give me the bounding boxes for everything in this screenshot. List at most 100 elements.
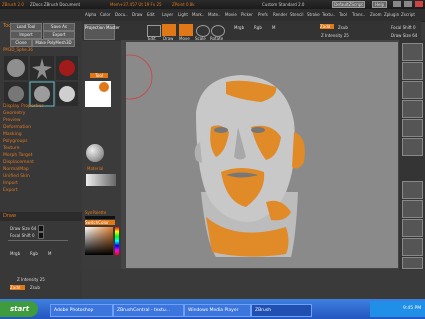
import-button[interactable]: Import	[10, 31, 42, 39]
menu-zscript[interactable]: Zscript	[401, 12, 415, 17]
menu-stencil[interactable]: Stencil	[290, 12, 304, 17]
menu-picker[interactable]: Picker	[241, 12, 253, 17]
transp-icon[interactable]	[402, 257, 423, 269]
z-intensity-label[interactable]: Z Intensity 25	[17, 277, 45, 282]
save-as-button[interactable]: Save As	[43, 23, 75, 31]
app-title: ZBrush 2.0	[2, 2, 24, 7]
menu-layer[interactable]: Layer	[162, 12, 173, 17]
tool-swatch-label[interactable]: Tool	[90, 73, 108, 78]
focal-shift-label[interactable]: Focal Shift 0	[10, 233, 35, 238]
draw-size-label[interactable]: Draw Size 64	[10, 226, 36, 231]
default-script-button[interactable]: DefaultZScript	[332, 1, 365, 8]
menu-prefs[interactable]: Prefs	[258, 12, 268, 17]
hue-slider[interactable]	[115, 227, 119, 255]
menu-draw[interactable]: Draw	[132, 12, 142, 17]
menu-alpha[interactable]: Alpha	[85, 12, 96, 17]
start-button[interactable]: start	[0, 301, 38, 317]
minimize-button[interactable]	[393, 1, 401, 7]
menu-document[interactable]: Docu..	[115, 12, 128, 17]
section-preview[interactable]: Preview	[3, 117, 81, 124]
move-icon[interactable]	[179, 24, 193, 36]
move-view-icon[interactable]	[402, 238, 423, 256]
menu-marker[interactable]: Mark..	[192, 12, 204, 17]
menu-light[interactable]: Light	[178, 12, 188, 17]
maximize-button[interactable]	[404, 1, 412, 7]
scroll-icon[interactable]	[402, 43, 423, 61]
xyz-icon[interactable]	[402, 200, 423, 218]
synpalette-label[interactable]: SynPalette	[85, 210, 106, 215]
export-button[interactable]: Export	[43, 31, 75, 39]
custom-layout[interactable]: Custom Standard 2.0	[262, 2, 304, 7]
top-focal-shift[interactable]: Focal Shift 0	[391, 25, 416, 30]
menu-render[interactable]: Render	[273, 12, 287, 17]
material-strip[interactable]	[86, 174, 116, 186]
make-polymesh-button[interactable]: Make PolyMesh3D	[32, 39, 75, 47]
material-sphere-icon[interactable]	[86, 144, 104, 162]
section-deformation[interactable]: Deformation	[3, 124, 81, 131]
menu-material[interactable]: Mate..	[208, 12, 220, 17]
frame-icon[interactable]	[402, 219, 423, 237]
m-button[interactable]: M	[48, 251, 51, 256]
zsub-button[interactable]: Zsub	[30, 285, 40, 290]
section-polygroups[interactable]: Polygroups	[3, 138, 81, 145]
menu-stroke[interactable]: Stroke	[307, 12, 320, 17]
section-unified-skin[interactable]: Unified Skin	[3, 173, 81, 180]
menu-zplugin[interactable]: Zplugin	[384, 12, 399, 17]
menu-texture[interactable]: Textu..	[322, 12, 335, 17]
task-zbrushcentral[interactable]: ZBrushCentral - textu...	[113, 304, 184, 317]
section-morph-target[interactable]: Morph Target	[3, 152, 81, 159]
top-m-button[interactable]: M	[272, 25, 275, 30]
help-button[interactable]: Help	[372, 1, 388, 8]
section-display-properties[interactable]: Display Properties	[3, 103, 81, 110]
section-export[interactable]: Export	[3, 187, 81, 194]
tool-thumbnails[interactable]	[2, 54, 80, 108]
top-mrgb-button[interactable]: Mrgb	[234, 25, 244, 30]
draw-icon[interactable]	[162, 24, 176, 36]
clone-button[interactable]: Clone	[10, 39, 32, 47]
zoom-icon[interactable]	[402, 62, 423, 80]
menu-edit[interactable]: Edit	[147, 12, 155, 17]
section-displacement[interactable]: Displacement	[3, 159, 81, 166]
menu-movie[interactable]: Movie	[225, 12, 237, 17]
lsym-icon[interactable]	[402, 181, 423, 199]
aahalf-icon[interactable]	[402, 100, 423, 118]
top-rgb-button[interactable]: Rgb	[254, 25, 262, 30]
zadd-button[interactable]: Zadd	[10, 285, 25, 290]
top-zadd-button[interactable]: Zadd	[320, 24, 334, 29]
document-canvas[interactable]	[126, 42, 398, 268]
section-import[interactable]: Import	[3, 180, 81, 187]
actual-icon[interactable]	[402, 81, 423, 99]
color-picker[interactable]	[85, 227, 113, 255]
section-texture[interactable]: Texture	[3, 145, 81, 152]
brush-cursor-icon	[126, 54, 153, 100]
top-zsub-button[interactable]: Zsub	[338, 25, 348, 30]
menu-zoom[interactable]: Zoom	[370, 12, 382, 17]
focal-shift-slider[interactable]	[38, 232, 44, 239]
sculpt-head-model[interactable]	[126, 42, 398, 268]
main-color-swatch[interactable]	[85, 216, 115, 219]
mrgb-button[interactable]: Mrgb	[10, 251, 20, 256]
task-media-player[interactable]: Windows Media Player	[184, 304, 251, 317]
switchcolor-button[interactable]: SwitchColor	[85, 220, 115, 225]
ring-tool-icon	[56, 56, 78, 80]
top-draw-size[interactable]: Draw Size 64	[391, 33, 417, 38]
draw-palette-title: Draw	[3, 213, 17, 219]
section-masking[interactable]: Masking	[3, 131, 81, 138]
document-title: ZDocs ZBrush Document	[30, 2, 81, 7]
close-button[interactable]	[415, 1, 423, 7]
projection-master-button[interactable]: Projection Master	[84, 24, 120, 40]
load-tool-button[interactable]: Load Tool	[10, 23, 42, 31]
menu-tool[interactable]: Tool	[339, 12, 347, 17]
menu-transform[interactable]: Trans..	[352, 12, 365, 17]
section-normalmap[interactable]: NormalMap	[3, 166, 81, 173]
persp-icon[interactable]	[402, 119, 423, 137]
task-photoshop[interactable]: Adobe Photoshop	[50, 304, 113, 317]
task-zbrush[interactable]: ZBrush	[251, 304, 312, 317]
menu-color[interactable]: Color	[100, 12, 110, 17]
top-z-intensity[interactable]: Z Intensity 25	[321, 33, 349, 38]
draw-size-slider[interactable]	[38, 225, 44, 232]
section-geometry[interactable]: Geometry	[3, 110, 81, 117]
tool-palette: Tool Load Tool Save As Import Export Clo…	[0, 21, 82, 299]
floor-icon[interactable]	[402, 138, 423, 156]
rgb-button[interactable]: Rgb	[30, 251, 38, 256]
